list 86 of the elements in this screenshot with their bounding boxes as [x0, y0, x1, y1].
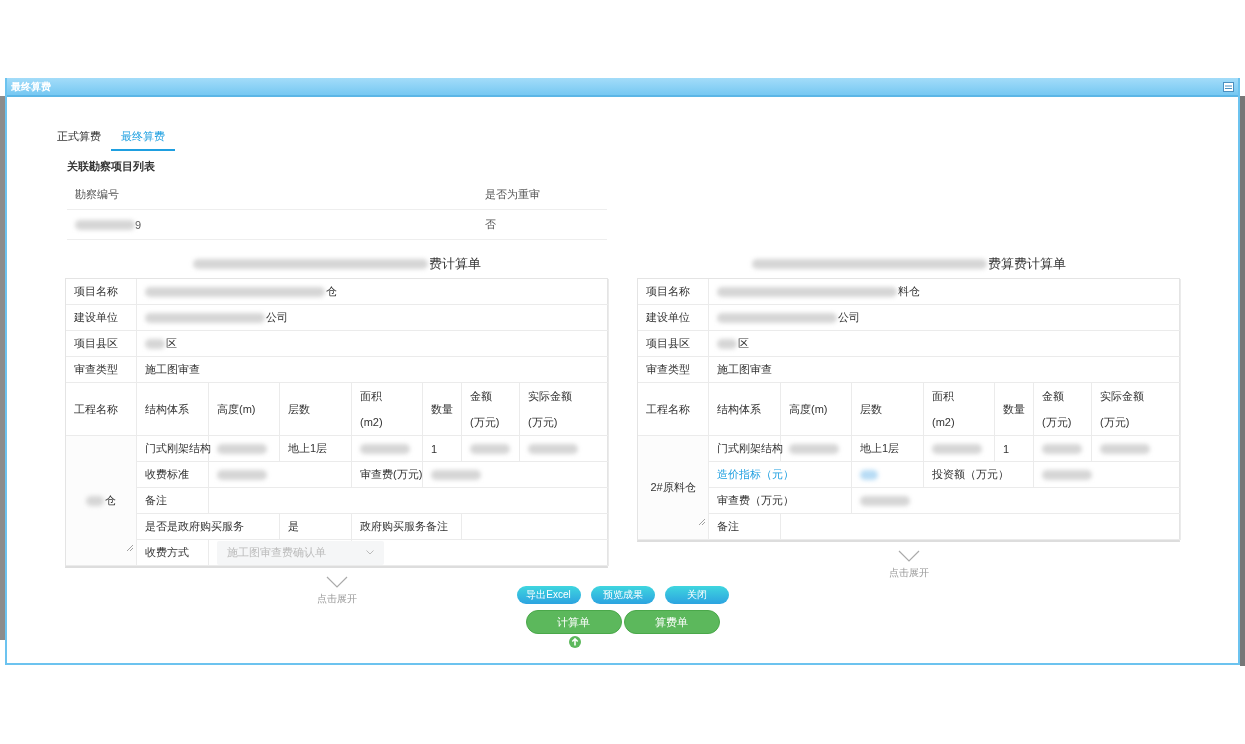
- column-header: 实际金额 (万元): [520, 383, 609, 436]
- table-cell: 否: [485, 217, 496, 232]
- redaction-blur: [860, 495, 910, 506]
- chevron-down-icon: [366, 550, 374, 555]
- sheet-title: 费算费计算单: [987, 255, 1066, 273]
- column-header: 是否为重审: [477, 180, 607, 210]
- redaction-blur: [431, 469, 481, 480]
- redaction-blur: [360, 443, 410, 454]
- column-header: 结构体系: [709, 383, 781, 436]
- table-cell: 备注: [717, 519, 739, 534]
- table-cell: 公司: [838, 310, 860, 325]
- table-cell: 1: [1003, 442, 1010, 455]
- table-cell: 建设单位: [66, 305, 137, 331]
- redaction-blur: [789, 443, 839, 454]
- table-cell: 施工图审查: [145, 362, 200, 377]
- table-cell: 料仓: [898, 284, 920, 299]
- column-header: 面积 (m2): [352, 383, 423, 436]
- redaction-blur: [932, 443, 982, 454]
- table-cell: 备注: [145, 493, 167, 508]
- resize-grip-icon[interactable]: [127, 545, 133, 551]
- redaction-blur: [528, 443, 578, 454]
- table-cell: 建设单位: [638, 305, 709, 331]
- sheet-button[interactable]: 计算单: [525, 610, 622, 634]
- table-cell: 区: [166, 336, 177, 351]
- table-cell: 项目名称: [66, 279, 137, 305]
- work-name: 2#原料仓: [650, 480, 696, 495]
- window-restore-icon[interactable]: [1223, 81, 1234, 92]
- redaction-blur: [217, 469, 267, 480]
- column-header: 高度(m): [209, 383, 280, 436]
- redaction-blur: [860, 469, 878, 480]
- table-cell: 是否是政府购买服务: [145, 519, 244, 534]
- column-header: 数量: [423, 383, 462, 436]
- table-cell: 门式刚架结构: [145, 441, 211, 456]
- sheet-button[interactable]: 算费单: [623, 610, 720, 634]
- expand-link[interactable]: 点击展开: [888, 566, 929, 580]
- chevron-down-icon[interactable]: [897, 550, 920, 562]
- column-header: 面积 (m2): [924, 383, 995, 436]
- expand-link[interactable]: 点击展开: [316, 592, 357, 606]
- action-button[interactable]: 导出Excel: [516, 586, 581, 604]
- table-cell: 审查费（万元）: [717, 493, 794, 508]
- redaction-blur: [1042, 469, 1092, 480]
- table-cell: 项目县区: [638, 331, 709, 357]
- column-header: 金额 (万元): [462, 383, 520, 436]
- table-cell: 收费方式: [145, 545, 189, 560]
- table-cell: 投资额（万元）: [932, 467, 1009, 482]
- table-cell: 门式刚架结构: [717, 441, 783, 456]
- sheet-title: 费计算单: [428, 255, 481, 273]
- table-cell: 审查类型: [638, 357, 709, 383]
- table-cell: 公司: [266, 310, 288, 325]
- table-cell: 施工图审查: [717, 362, 772, 377]
- resize-grip-icon[interactable]: [699, 519, 705, 525]
- column-header: 勘察编号: [67, 180, 477, 210]
- table-cell: 审查费(万元): [360, 467, 423, 482]
- table-cell: 项目名称: [638, 279, 709, 305]
- chevron-down-icon[interactable]: [325, 576, 348, 588]
- table-cell: 项目县区: [66, 331, 137, 357]
- window-title: 最终算费: [11, 79, 51, 94]
- cost-index-link[interactable]: 造价指标（元）: [717, 467, 794, 482]
- table-cell: 9: [135, 218, 142, 231]
- redaction-blur: [470, 443, 510, 454]
- work-name: 仓: [105, 493, 116, 508]
- table-cell: 1: [431, 442, 438, 455]
- table-cell: 是: [288, 519, 299, 534]
- column-header: 数量: [995, 383, 1034, 436]
- column-header: 层数: [280, 383, 352, 436]
- arrow-up-icon[interactable]: [568, 636, 581, 648]
- column-header: 层数: [852, 383, 924, 436]
- action-button[interactable]: 预览成果: [590, 586, 655, 604]
- table-cell: 政府购买服务备注: [360, 519, 448, 534]
- section-title: 关联勘察项目列表: [67, 159, 156, 174]
- column-header: 结构体系: [137, 383, 209, 436]
- column-header: 实际金额 (万元): [1092, 383, 1181, 436]
- action-button[interactable]: 关闭: [664, 586, 729, 604]
- column-header: 金额 (万元): [1034, 383, 1092, 436]
- table-cell: 地上1层: [860, 441, 900, 456]
- tab[interactable]: 最终算费: [111, 125, 175, 151]
- column-header: 高度(m): [781, 383, 852, 436]
- redaction-blur: [1100, 443, 1150, 454]
- table-cell: 审查类型: [66, 357, 137, 383]
- redaction-blur: [217, 443, 267, 454]
- redaction-blur: [1042, 443, 1082, 454]
- table-cell: 仓: [326, 284, 337, 299]
- table-cell: 收费标准: [145, 467, 189, 482]
- table-cell: 区: [738, 336, 749, 351]
- table-cell: 地上1层: [288, 441, 328, 456]
- tab[interactable]: 正式算费: [47, 125, 111, 151]
